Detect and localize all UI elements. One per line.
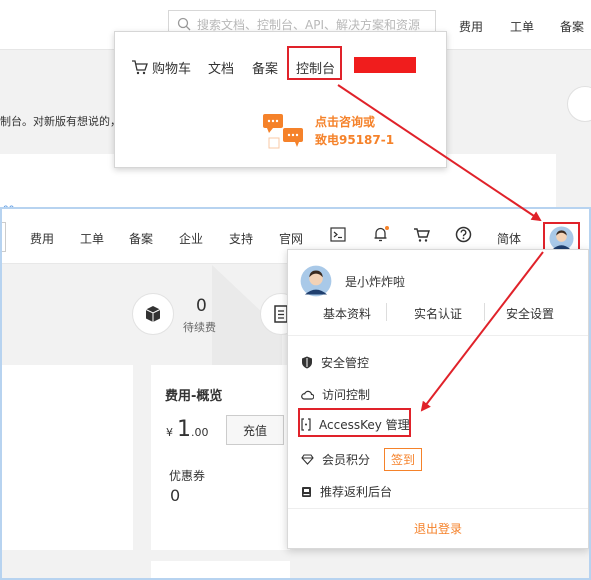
annotation-arrows bbox=[337, 84, 544, 412]
arrow-console-to-avatar bbox=[337, 84, 542, 222]
arrow-avatar-to-accesskey bbox=[420, 251, 544, 412]
